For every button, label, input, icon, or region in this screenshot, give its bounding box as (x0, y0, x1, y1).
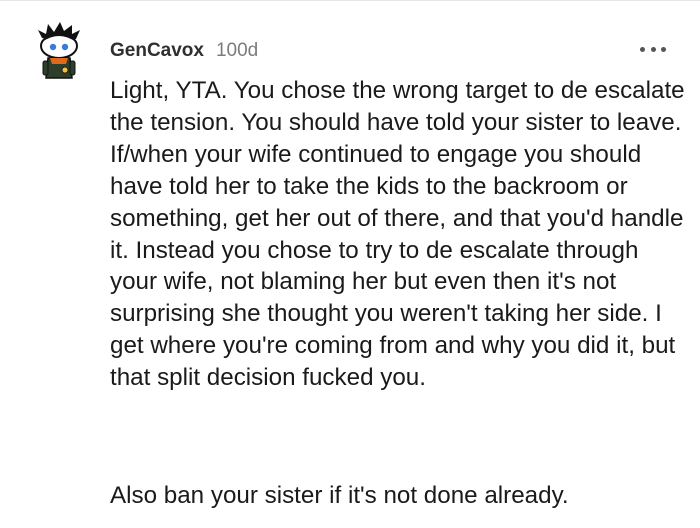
comment-header: GenCavox 100d (110, 38, 258, 64)
comment: GenCavox 100d Light, YTA. You chose the … (0, 0, 700, 528)
comment-body: Light, YTA. You chose the wrong target t… (110, 75, 690, 394)
comment-paragraph: Light, YTA. You chose the wrong target t… (110, 77, 685, 392)
dot (650, 46, 656, 52)
more-options-icon[interactable] (640, 38, 666, 60)
comment-age: 100d (215, 40, 259, 61)
comment-paragraph: Also ban your sister if it's not done al… (110, 482, 569, 509)
dot (661, 46, 666, 52)
dot (640, 46, 645, 52)
author-name[interactable]: GenCavox (110, 40, 204, 62)
user-avatar-icon[interactable] (34, 20, 86, 82)
